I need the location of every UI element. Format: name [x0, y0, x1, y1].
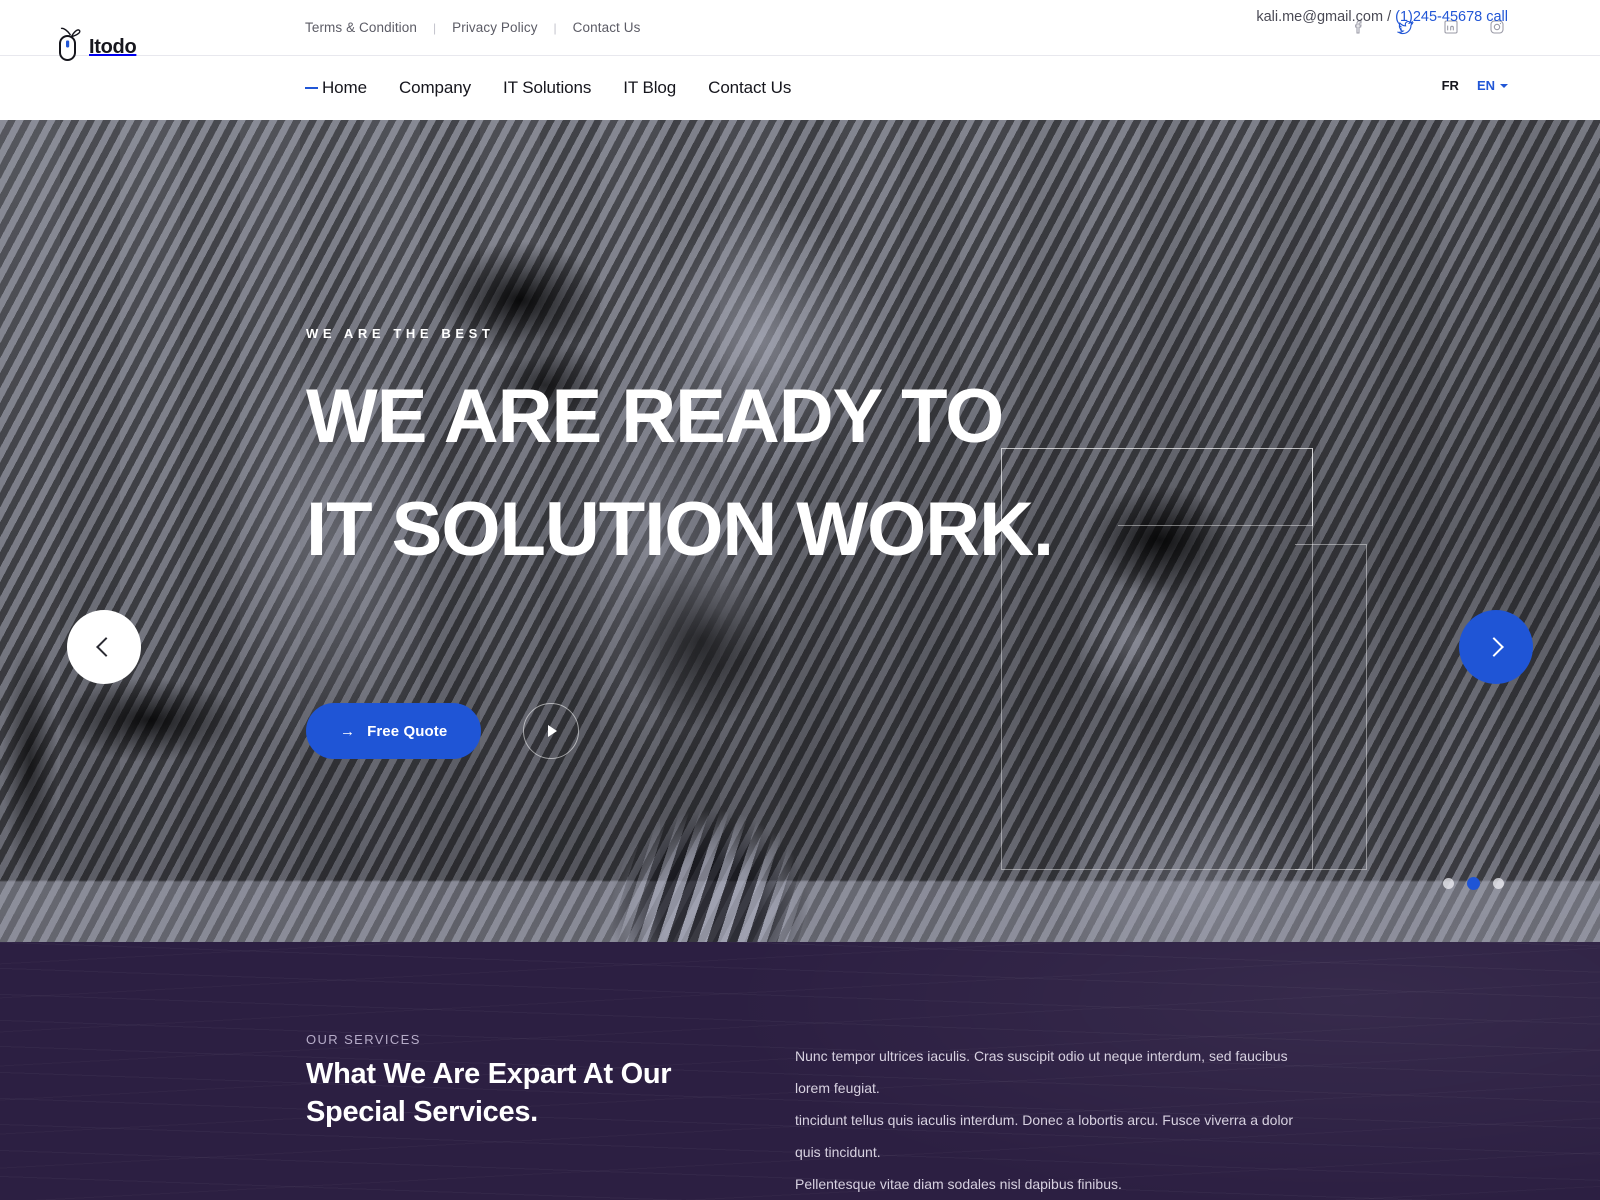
nav-item-it-blog[interactable]: IT Blog [623, 78, 708, 98]
free-quote-button-label: Free Quote [367, 722, 448, 740]
slider-dot-2[interactable] [1467, 877, 1480, 890]
topbar-separator: | [553, 20, 557, 35]
contact-divider: / [1387, 9, 1392, 25]
services-paragraph: Nunc tempor ultrices iaculis. Cras susci… [795, 1040, 1295, 1200]
chevron-down-icon [1500, 83, 1508, 88]
slider-dot-1[interactable] [1443, 878, 1454, 889]
services-section: OUR SERVICES What We Are Expart At Our S… [0, 942, 1600, 1200]
nav-item-it-solutions[interactable]: IT Solutions [503, 78, 623, 98]
topbar-separator: | [433, 20, 437, 35]
logo-text: Itodo [89, 36, 137, 58]
nav-item-contact-us[interactable]: Contact Us [708, 78, 823, 98]
computer-mouse-icon [56, 25, 86, 70]
free-quote-button[interactable]: → Free Quote [306, 703, 482, 759]
services-paragraph-line-1: Nunc tempor ultrices iaculis. Cras susci… [795, 1048, 1288, 1096]
language-switcher: FR EN [1442, 78, 1508, 93]
slider-dot-3[interactable] [1493, 878, 1504, 889]
hero-content: WE ARE THE BEST WE ARE READY TO IT SOLUT… [306, 120, 1306, 942]
header-contact-info: kali.me@gmail.com / (1)245-45678 call [1256, 9, 1508, 25]
slider-pagination [1443, 877, 1504, 890]
services-paragraph-line-2: tincidunt tellus quis iaculis interdum. … [795, 1112, 1294, 1160]
topbar-link-terms[interactable]: Terms & Condition [305, 20, 417, 35]
nav-links: Home Company IT Solutions IT Blog Contac… [305, 78, 823, 98]
active-dash-icon [305, 86, 318, 89]
hero-headline: WE ARE READY TO IT SOLUTION WORK. [306, 374, 1054, 572]
arrow-right-icon: → [340, 722, 356, 740]
main-navigation-bar: Itodo Home Company IT Solutions IT Blog … [0, 9, 1600, 120]
play-icon [548, 725, 558, 737]
nav-item-home-label: Home [322, 78, 367, 97]
language-option-en[interactable]: EN [1477, 78, 1508, 93]
slider-prev-button[interactable] [67, 610, 141, 684]
hero-actions: → Free Quote [306, 703, 580, 759]
services-title: What We Are Expart At Our Special Servic… [306, 1058, 672, 1128]
services-eyebrow: OUR SERVICES [306, 1032, 421, 1047]
topbar-links: Terms & Condition | Privacy Policy | Con… [305, 20, 640, 35]
play-video-button[interactable] [523, 703, 580, 759]
topbar-link-contact[interactable]: Contact Us [573, 20, 641, 35]
site-logo[interactable]: Itodo [56, 25, 137, 70]
hero-slider: WE ARE THE BEST WE ARE READY TO IT SOLUT… [0, 120, 1600, 942]
language-option-fr[interactable]: FR [1442, 78, 1459, 93]
chevron-left-icon [96, 637, 116, 657]
chevron-right-icon [1484, 637, 1504, 657]
topbar-link-privacy[interactable]: Privacy Policy [452, 20, 537, 35]
services-header: OUR SERVICES What We Are Expart At Our S… [306, 942, 1508, 1200]
language-selected-label: EN [1476, 78, 1495, 93]
nav-item-home[interactable]: Home [305, 78, 399, 98]
slider-next-button[interactable] [1459, 610, 1533, 684]
hero-eyebrow: WE ARE THE BEST [306, 326, 495, 341]
services-paragraph-line-3: Pellentesque vitae diam sodales nisl dap… [795, 1176, 1122, 1192]
contact-phone[interactable]: (1)245-45678 call [1395, 9, 1508, 25]
nav-item-company[interactable]: Company [399, 78, 503, 98]
contact-email[interactable]: kali.me@gmail.com [1256, 9, 1383, 25]
